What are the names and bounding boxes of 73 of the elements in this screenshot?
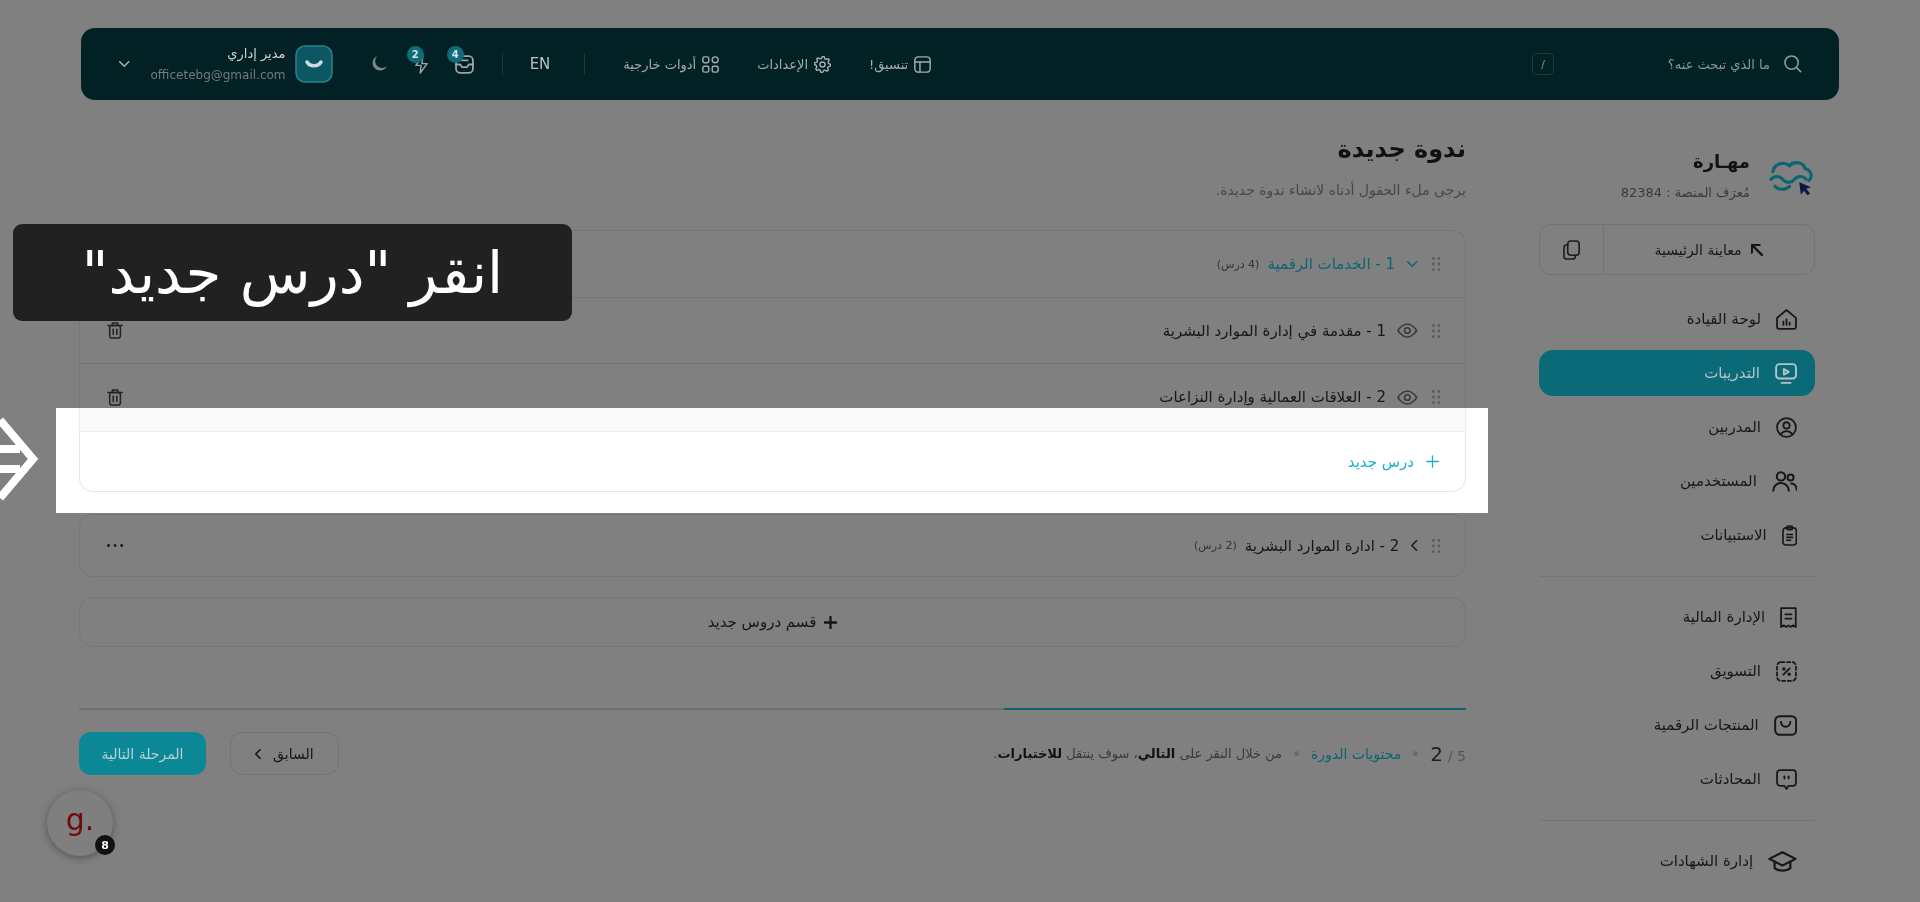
drag-handle-icon[interactable] [1431, 323, 1440, 338]
home-icon [1776, 308, 1797, 330]
users-icon [1771, 470, 1797, 492]
layout-icon [914, 55, 932, 73]
nav-item[interactable]: المنتجات الرقمية [1539, 702, 1815, 748]
nav-item[interactable]: إدارة الشهادات [1539, 838, 1815, 884]
percent-icon [1776, 660, 1797, 682]
trash-icon[interactable] [107, 322, 124, 339]
nav-item[interactable]: التدريبات [1539, 350, 1815, 396]
section-title: 2 - ادارة الموارد البشرية [1244, 536, 1400, 555]
toolbar-link[interactable]: أدوات خارجية [623, 55, 720, 73]
toolbar-link[interactable]: الإعدادات [757, 55, 832, 73]
nav-item[interactable]: المستخدمين [1539, 458, 1815, 504]
bag-icon [1773, 714, 1797, 736]
chevron-down-icon[interactable] [119, 61, 130, 67]
user-name: مدير إداري [227, 45, 286, 63]
lesson-title: 1 - مقدمة في إدارة الموارد البشرية [1162, 321, 1386, 340]
lesson-count: (2 درس) [1194, 539, 1237, 552]
count-badge: 4 [446, 45, 464, 63]
eye-icon[interactable] [1397, 323, 1418, 338]
lesson-title: 2 - العلاقات العمالية وإدارة النزاعات [1159, 388, 1386, 406]
search-field[interactable]: ما الذي تبحث عنه؟ [1620, 53, 1770, 75]
clipboard-icon [1781, 524, 1797, 546]
more-icon[interactable] [107, 544, 124, 547]
eye-icon[interactable] [1397, 389, 1418, 405]
next-step-button[interactable]: المرحلة التالية [79, 732, 206, 775]
drag-handle-icon[interactable] [1431, 390, 1440, 404]
shortcut-key: / [1532, 53, 1554, 75]
footer-note: من خلال النقر على التالي، سوف ينتقل للاختبارات. [993, 746, 1283, 761]
plus-icon [824, 615, 838, 629]
nav-item[interactable]: المدربين [1539, 404, 1815, 450]
section-title: 1 - الخدمات الرقمية [1267, 255, 1396, 273]
chevron-left-icon [255, 748, 262, 759]
lesson-count: (4 درس) [1216, 257, 1260, 271]
plus-icon [1426, 455, 1439, 468]
brand-name: مهـارة [1692, 150, 1750, 174]
step-current: 2 [1430, 741, 1443, 766]
moon-icon[interactable] [370, 55, 388, 73]
new-section-button[interactable]: قسم دروس جديد [79, 597, 1466, 647]
count-badge: 2 [406, 45, 424, 63]
arrow-up-left-icon [1751, 243, 1764, 256]
chat-icon [1776, 768, 1797, 790]
help-widget-button[interactable]: g. 8 [47, 790, 113, 856]
drag-handle-icon[interactable] [1431, 538, 1440, 553]
user-circle-icon [1776, 416, 1797, 438]
toolbar-link[interactable]: تنسيق! [869, 55, 932, 73]
previous-button[interactable]: السابق [230, 732, 339, 775]
page-subtitle: يرجى ملء الحقول أدناه لانشاء ندوة جديدة. [1214, 180, 1466, 200]
nav-item[interactable]: التسويق [1539, 648, 1815, 694]
copy-icon [1562, 239, 1581, 260]
double-arrow-icon [0, 416, 40, 502]
drag-handle-icon[interactable] [1431, 257, 1440, 271]
avatar-icon[interactable] [294, 45, 333, 83]
nav-item[interactable]: لوحة القيادة [1539, 296, 1815, 342]
language-button[interactable]: EN [529, 55, 551, 73]
count-badge: 8 [95, 835, 115, 855]
search-icon[interactable] [1784, 55, 1802, 73]
settings-icon [814, 55, 832, 73]
preview-button[interactable]: معاينة الرئيسية [1604, 225, 1814, 274]
graduation-cap-icon [1768, 850, 1797, 872]
receipt-icon [1780, 606, 1797, 628]
play-screen-icon [1774, 362, 1797, 384]
user-email: officetebg@gmail.com [150, 67, 286, 83]
chevron-left-icon[interactable] [1411, 540, 1418, 551]
platform-id: مُعرَف المنصة : 82384 [1620, 184, 1750, 202]
trash-icon[interactable] [107, 388, 124, 406]
grid-icon [702, 55, 720, 73]
nav-item[interactable]: الإدارة المالية [1539, 594, 1815, 640]
tutorial-caption: انقر "درس جديد" [13, 224, 572, 321]
page-title: ندوة جديدة [1336, 134, 1466, 164]
nav-item[interactable]: الاستبيانات [1539, 512, 1815, 558]
new-lesson-button[interactable]: درس جديد [1347, 452, 1439, 471]
nav-item[interactable]: المحادثات [1539, 756, 1815, 802]
